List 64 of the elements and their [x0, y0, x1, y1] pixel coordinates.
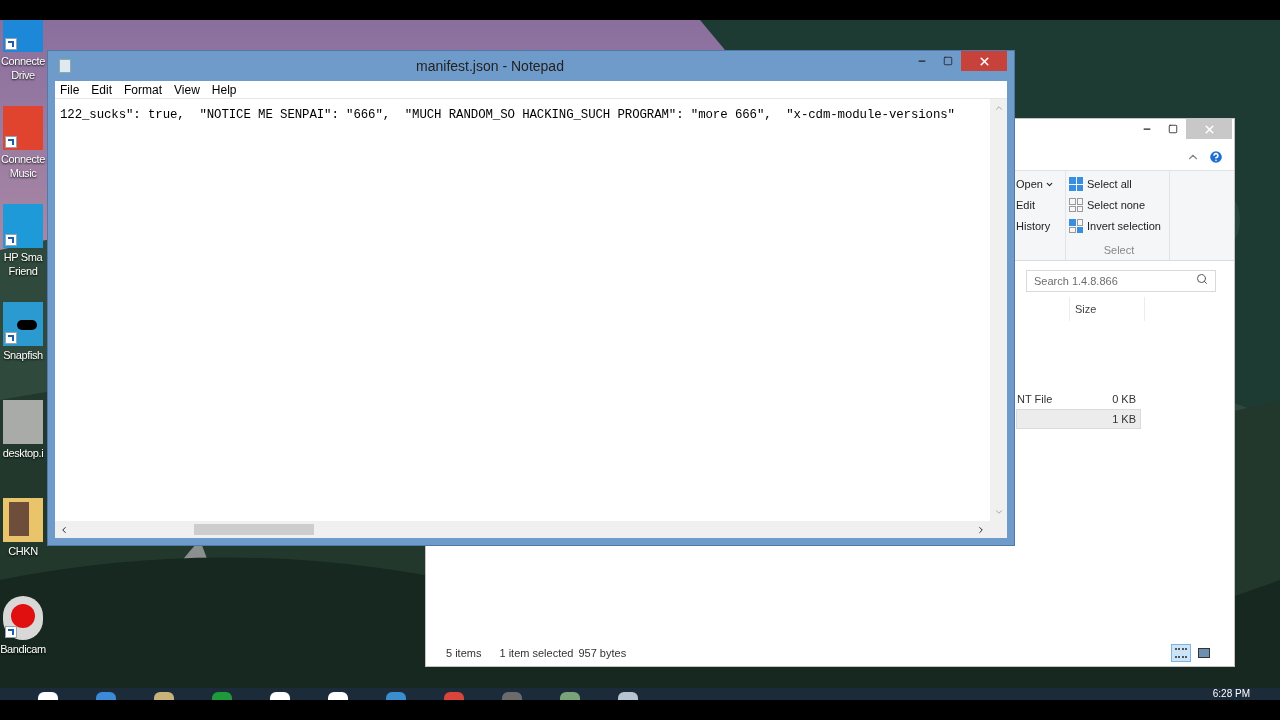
taskbar-app-icon[interactable]	[270, 692, 290, 700]
menu-item[interactable]: File	[57, 80, 83, 99]
clock[interactable]: 6:28 PM	[1212, 688, 1280, 700]
size-cell-text: 0 KB	[1112, 391, 1136, 407]
type-cell-text: NT File	[1017, 391, 1053, 407]
search-icon	[1196, 273, 1208, 285]
ribbon-button[interactable]: Invert selection	[1069, 218, 1169, 234]
icon-label: Connecte Drive	[1, 54, 45, 82]
close-icon	[977, 54, 991, 68]
select-all-icon	[1069, 177, 1083, 191]
ribbon-button[interactable]: Open	[1016, 176, 1054, 192]
icon-label: Connecte Music	[1, 152, 45, 180]
details-view-button[interactable]	[1171, 644, 1191, 662]
ribbon-button[interactable]: Select all	[1069, 176, 1169, 192]
icon-label: CHKN	[8, 544, 38, 558]
folder-icon	[3, 498, 43, 542]
icon-label: Bandicam	[0, 642, 46, 656]
scroll-thumb[interactable]	[194, 524, 314, 535]
editor-text: 122_sucks": true, "NOTICE ME SENPAI": "666", "MUCH RANDOM_SO HACKING_SUCH PROGRAM": "more 666", "x-cdm-module-versions"	[60, 108, 955, 122]
ribbon-button[interactable]: Edit	[1016, 197, 1035, 213]
icon-label: desktop.i	[2, 446, 44, 460]
menu-item[interactable]: View	[171, 80, 203, 99]
desktop-icon[interactable]: Connecte Drive	[0, 20, 46, 104]
desktop-icon[interactable]: CHKN	[0, 496, 46, 594]
ribbon-button[interactable]: History	[1016, 218, 1051, 234]
maximize-icon	[1168, 124, 1178, 134]
taskbar-app-icon[interactable]	[618, 692, 638, 700]
menu-item[interactable]: Format	[121, 80, 166, 99]
search-field[interactable]: Search 1.4.8.866	[1026, 270, 1216, 292]
ribbon-button[interactable]: Select none	[1069, 197, 1169, 213]
size-cell-text: 1 KB	[1112, 411, 1136, 427]
desktop-icon[interactable]: Snapfish	[0, 300, 46, 398]
window-title: manifest.json - Notepad	[415, 56, 565, 76]
help-icon[interactable]	[1208, 148, 1224, 165]
column-header[interactable]: Size	[1069, 297, 1145, 321]
icon-label: HP Sma Friend	[3, 250, 43, 278]
icon-label: Snapfish	[3, 348, 43, 362]
horizontal-scrollbar[interactable]	[55, 521, 990, 538]
menu-item[interactable]: Help	[208, 80, 240, 99]
taskbar-app-icon[interactable]	[38, 692, 58, 700]
ribbon-group-label: Select	[1102, 242, 1136, 258]
scroll-down-icon	[993, 507, 1004, 517]
desktop-icon[interactable]: Bandicam	[0, 594, 46, 692]
vertical-scrollbar[interactable]	[990, 99, 1007, 521]
desktop-icon[interactable]: Connecte Music	[0, 104, 46, 202]
selection-count: 1 item selected	[499, 645, 574, 661]
select-none-icon	[1069, 198, 1083, 212]
invert-selection-icon	[1069, 219, 1083, 233]
file-row[interactable]: NT File 0 KB	[1016, 389, 1141, 409]
scroll-left-icon	[59, 524, 69, 535]
desktop-icon[interactable]: desktop.i	[0, 398, 46, 496]
maximize-icon	[943, 56, 953, 66]
close-icon	[1202, 122, 1216, 136]
file-row[interactable]: 1 KB	[1016, 409, 1141, 429]
desktop-icon[interactable]: HP Sma Friend	[0, 202, 46, 300]
scroll-up-icon	[993, 103, 1004, 113]
selection-size: 957 bytes	[578, 645, 627, 661]
close-button[interactable]	[961, 51, 1007, 71]
notepad-icon	[59, 59, 71, 73]
scroll-right-icon	[976, 524, 986, 535]
menu-item[interactable]: Edit	[88, 80, 116, 99]
item-count: 5 items	[446, 645, 482, 661]
taskbar-app-icon[interactable]	[328, 692, 348, 700]
taskbar-app-icon[interactable]	[154, 692, 174, 700]
